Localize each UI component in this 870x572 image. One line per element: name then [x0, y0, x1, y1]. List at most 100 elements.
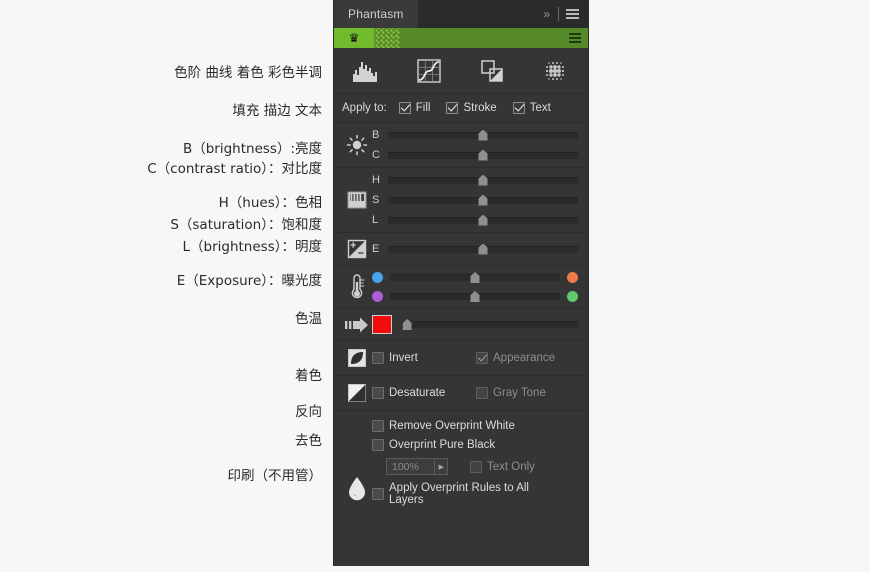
option-desaturate[interactable]: Desaturate [372, 387, 460, 399]
slider-thumb[interactable] [478, 149, 488, 161]
banner-menu-line [569, 33, 581, 35]
overprint-option-1[interactable]: Overprint Pure Black [372, 439, 562, 451]
hamburger-line [566, 17, 579, 19]
crown-glyph: ♛ [348, 31, 360, 45]
checkbox[interactable] [446, 102, 459, 114]
checkbox-label: Desaturate [389, 387, 446, 399]
slider-track[interactable] [388, 149, 578, 161]
apply-to-row: Apply to: Fill Stroke Text [334, 94, 588, 123]
levels-tool[interactable] [334, 48, 398, 94]
exposure-block: E [334, 233, 588, 266]
hamburger-line [566, 9, 579, 11]
tab-label: Phantasm [348, 7, 404, 21]
slider-track[interactable] [388, 214, 578, 226]
option-invert[interactable]: Invert [372, 352, 460, 364]
license-banner[interactable]: ♛ [334, 28, 588, 48]
invert-icon [342, 348, 372, 368]
chevron-double-right-icon[interactable]: » [537, 7, 556, 21]
hamburger-menu-icon[interactable] [561, 9, 588, 19]
checkbox-label: Invert [389, 352, 418, 364]
slider-thumb[interactable] [478, 174, 488, 186]
checkbox[interactable] [372, 387, 384, 399]
checkbox-label: Apply Overprint Rules to All Layers [389, 482, 529, 506]
invert-row: Invert Appearance [334, 341, 588, 376]
temperature-slider-track[interactable] [390, 272, 560, 283]
slider-thumb[interactable] [478, 214, 488, 226]
curves-tool[interactable] [398, 48, 462, 94]
banner-menu-line [569, 41, 581, 43]
overprint-option-2[interactable]: Apply Overprint Rules to All Layers [372, 482, 562, 506]
checkbox[interactable] [372, 420, 384, 432]
slider-thumb[interactable] [478, 243, 488, 255]
checkbox[interactable] [398, 102, 411, 114]
banner-menu-icon[interactable] [569, 33, 588, 43]
temperature-slider-track[interactable] [390, 291, 560, 302]
option-stroke[interactable]: Stroke [446, 102, 497, 114]
checkbox[interactable] [512, 102, 525, 114]
checkbox[interactable] [476, 387, 488, 399]
annotation-label: 填充 描边 文本 [232, 103, 322, 119]
overprint-section: Remove Overprint White Overprint Pure Bl… [334, 411, 588, 566]
checkbox[interactable] [470, 460, 482, 473]
temperature-row-1 [372, 291, 578, 302]
option-gray-tone[interactable]: Gray Tone [476, 387, 546, 399]
halftone-tool[interactable] [525, 48, 589, 94]
phantasm-panel: Phantasm » ♛ Apply to: Fill Stroke Text … [333, 0, 589, 566]
slider-track[interactable] [388, 129, 578, 141]
ink-drop-icon [342, 417, 372, 558]
annotation-label: C（contrast ratio）：对比度 [147, 161, 322, 177]
temperature-slider-thumb[interactable] [470, 272, 480, 283]
temperature-slider-thumb[interactable] [470, 291, 480, 302]
annotation-label: E（Exposure）：曝光度 [176, 273, 322, 289]
slider-track[interactable] [388, 174, 578, 186]
percent-value: 100% [392, 460, 419, 473]
hamburger-line [566, 13, 579, 15]
overprint-percent-dropdown[interactable]: 100% ▶ [386, 458, 448, 475]
checkbox[interactable] [372, 488, 384, 500]
temperature-block [334, 266, 588, 309]
colorize-arrow-icon [342, 316, 372, 334]
chevron-right-icon[interactable]: ▶ [433, 459, 444, 474]
hsl-slider-L: L [372, 214, 578, 226]
overprint-option-0[interactable]: Remove Overprint White [372, 420, 562, 432]
slider-label: S [372, 194, 380, 206]
checkbox[interactable] [372, 352, 384, 364]
option-text[interactable]: Text [512, 102, 551, 114]
hsl-block: HSL [334, 168, 588, 233]
overprint-percent-row: 100% ▶ Text Only [372, 458, 578, 475]
annotation-label: 色温 [295, 311, 322, 327]
annotation-label: 着色 [295, 368, 322, 384]
invert-options: Invert Appearance [372, 352, 578, 364]
hsl-slider-S: S [372, 194, 578, 206]
temperature-sliders [372, 272, 578, 302]
exposure-icon [342, 239, 372, 259]
slider-track[interactable] [388, 243, 578, 255]
option-fill[interactable]: Fill [398, 102, 430, 114]
exposure-slider-E: E [372, 243, 578, 255]
slider-thumb[interactable] [478, 194, 488, 206]
banner-menu-line [569, 37, 581, 39]
brightness-contrast-sliders: BC [372, 129, 578, 161]
text-only-option[interactable]: Text Only [470, 460, 535, 473]
duotone-tool[interactable] [461, 48, 525, 94]
colorize-slider-track[interactable] [402, 319, 578, 330]
checkbox[interactable] [476, 352, 488, 364]
slider-label: H [372, 174, 380, 186]
checkbox-label: Stroke [463, 102, 497, 114]
panel-titlebar: Phantasm » [334, 0, 588, 28]
tab-phantasm[interactable]: Phantasm [334, 0, 418, 28]
checkbox-label: Gray Tone [493, 387, 546, 399]
slider-thumb[interactable] [478, 129, 488, 141]
colorize-swatch[interactable] [372, 315, 392, 334]
colorize-slider-thumb[interactable] [402, 319, 412, 330]
annotation-label: S（saturation）：饱和度 [170, 217, 322, 233]
slider-track[interactable] [388, 194, 578, 206]
option-appearance[interactable]: Appearance [476, 352, 555, 364]
histogram-icon [352, 61, 377, 82]
brightness-contrast-block: BC [334, 123, 588, 168]
annotation-label: 印刷（不用管） [227, 468, 323, 484]
checkbox[interactable] [372, 439, 384, 451]
temperature-row-0 [372, 272, 578, 283]
annotation-label: L（brightness）：明度 [182, 239, 323, 255]
blue-dot [372, 272, 383, 283]
